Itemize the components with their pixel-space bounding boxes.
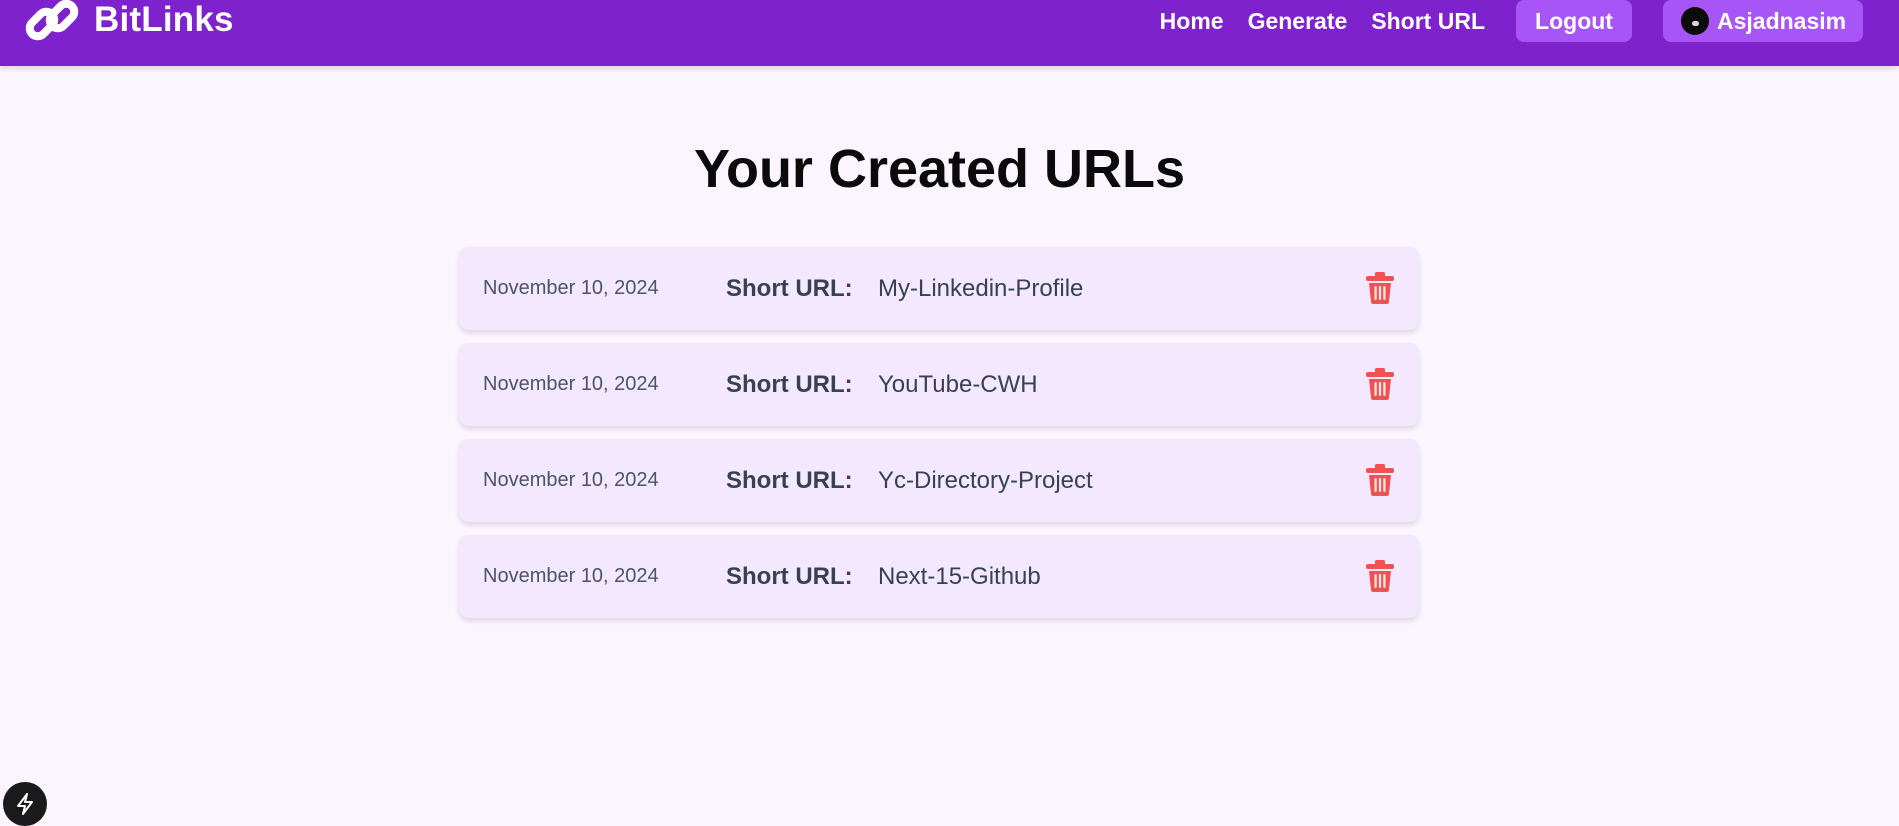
nav-link-generate[interactable]: Generate — [1248, 8, 1348, 35]
delete-button[interactable] — [1365, 463, 1395, 497]
delete-button[interactable] — [1365, 367, 1395, 401]
user-menu-button[interactable]: Asjadnasim — [1663, 0, 1863, 42]
trash-icon — [1366, 560, 1394, 592]
short-url-label: Short URL: — [726, 563, 853, 590]
user-name: Asjadnasim — [1717, 7, 1847, 34]
nav-link-short-url[interactable]: Short URL — [1371, 8, 1485, 35]
nav-link-home[interactable]: Home — [1160, 8, 1224, 35]
url-list: November 10, 2024 Short URL: My-Linkedin… — [459, 247, 1419, 631]
delete-button[interactable] — [1365, 559, 1395, 593]
brand-name: BitLinks — [94, 0, 234, 39]
lightning-bolt-icon — [17, 793, 33, 815]
url-list-item: November 10, 2024 Short URL: YouTube-CWH — [459, 343, 1419, 426]
avatar — [1681, 7, 1709, 35]
short-url-label: Short URL: — [726, 467, 853, 494]
nav-links: Home Generate Short URL Logout Asjadnasi… — [1160, 0, 1863, 42]
trash-icon — [1366, 272, 1394, 304]
short-url-link[interactable]: YouTube-CWH — [878, 343, 1038, 426]
url-date: November 10, 2024 — [483, 469, 659, 491]
short-url-link[interactable]: My-Linkedin-Profile — [878, 247, 1083, 330]
logout-button[interactable]: Logout — [1516, 0, 1632, 42]
trash-icon — [1366, 464, 1394, 496]
brand-logo-link[interactable]: BitLinks — [24, 0, 234, 48]
page-title: Your Created URLs — [693, 139, 1186, 199]
url-date: November 10, 2024 — [483, 373, 659, 395]
url-list-item: November 10, 2024 Short URL: Yc-Director… — [459, 439, 1419, 522]
short-url-label: Short URL: — [726, 275, 853, 302]
delete-button[interactable] — [1365, 271, 1395, 305]
short-url-link[interactable]: Next-15-Github — [878, 535, 1041, 618]
navbar: BitLinks Home Generate Short URL Logout … — [0, 0, 1899, 66]
url-list-item: November 10, 2024 Short URL: Next-15-Git… — [459, 535, 1419, 618]
url-list-item: November 10, 2024 Short URL: My-Linkedin… — [459, 247, 1419, 330]
short-url-label: Short URL: — [726, 371, 853, 398]
short-url-link[interactable]: Yc-Directory-Project — [878, 439, 1093, 522]
trash-icon — [1366, 368, 1394, 400]
link-chain-icon — [25, 0, 79, 41]
url-date: November 10, 2024 — [483, 277, 659, 299]
dev-tools-badge[interactable] — [3, 782, 47, 826]
url-date: November 10, 2024 — [483, 565, 659, 587]
